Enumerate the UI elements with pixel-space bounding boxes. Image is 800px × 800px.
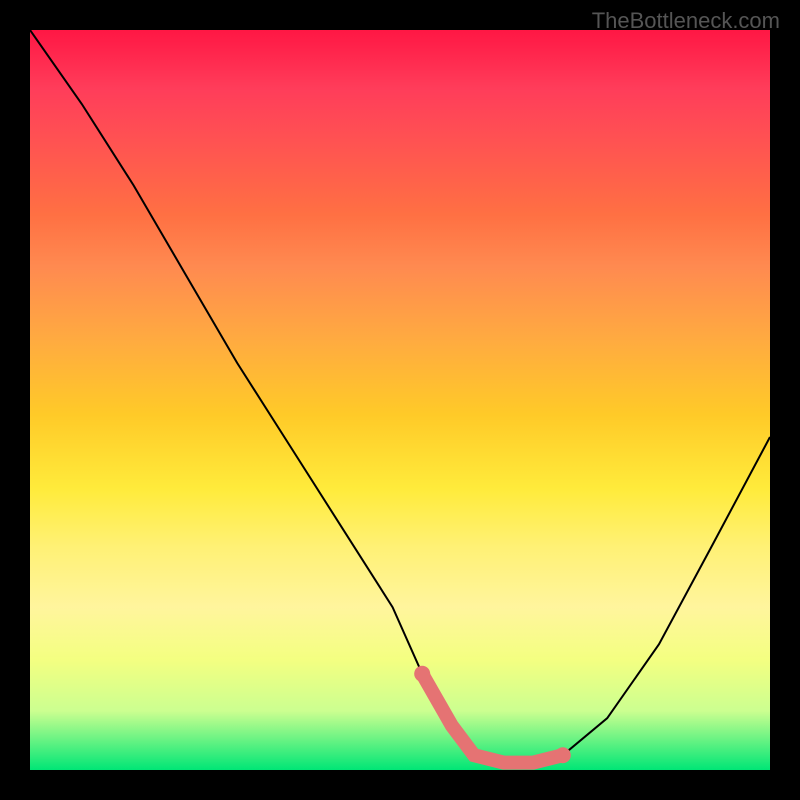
watermark-text: TheBottleneck.com — [592, 8, 780, 34]
bottleneck-curve-path — [30, 30, 770, 763]
chart-svg — [30, 30, 770, 770]
highlight-start-dot — [414, 666, 430, 682]
chart-container — [30, 30, 770, 770]
optimal-highlight-path — [422, 674, 563, 763]
highlight-end-dot — [555, 747, 571, 763]
